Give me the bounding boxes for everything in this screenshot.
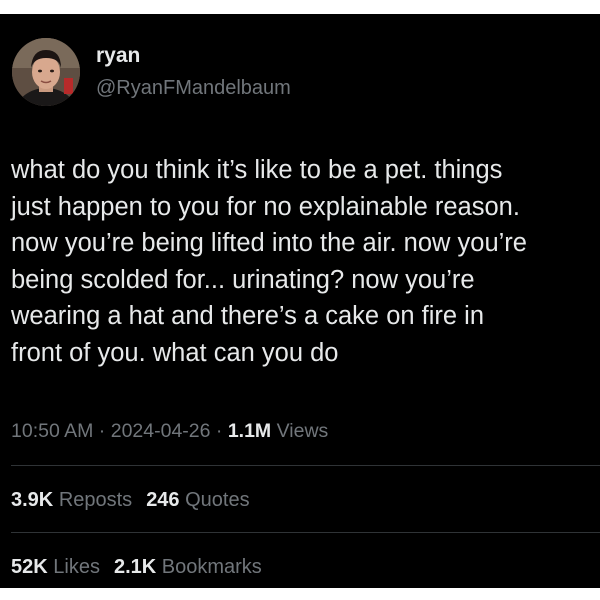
tweet-meta: 10:50 AM · 2024-04-26 · 1.1M Views	[11, 418, 328, 444]
likes-label: Likes	[53, 556, 100, 578]
views-count: 1.1M	[227, 420, 272, 442]
avatar-photo	[12, 38, 80, 106]
views-label: Views	[276, 420, 329, 442]
tweet-text: what do you think it’s like to be a pet.…	[11, 156, 527, 367]
reposts-stat[interactable]: 3.9K Reposts	[11, 489, 132, 511]
reposts-count: 3.9K	[11, 489, 54, 511]
bookmarks-count: 2.1K	[113, 556, 157, 578]
likes-count: 52K	[11, 556, 48, 578]
tweet-card: ryan @RyanFMandelbaum what do you think …	[0, 14, 600, 588]
reposts-label: Reposts	[58, 489, 133, 511]
tweet-date[interactable]: 2024-04-26	[111, 420, 211, 442]
quotes-label: Quotes	[185, 489, 250, 511]
divider	[11, 532, 600, 533]
divider	[11, 465, 600, 466]
meta-separator: ·	[210, 420, 228, 442]
likes-bookmarks-row: 52K Likes 2.1K Bookmarks	[11, 554, 276, 580]
bookmarks-label: Bookmarks	[161, 556, 262, 578]
quotes-stat[interactable]: 246 Quotes	[146, 489, 249, 511]
display-name[interactable]: ryan	[96, 44, 140, 68]
bookmarks-stat[interactable]: 2.1K Bookmarks	[114, 556, 262, 578]
quotes-count: 246	[146, 489, 180, 511]
avatar[interactable]	[12, 38, 80, 106]
tweet-time[interactable]: 10:50 AM	[11, 420, 93, 442]
likes-stat[interactable]: 52K Likes	[11, 556, 100, 578]
user-handle[interactable]: @RyanFMandelbaum	[96, 76, 291, 100]
meta-separator: ·	[93, 420, 111, 442]
repost-quote-row: 3.9K Reposts 246 Quotes	[11, 487, 264, 513]
